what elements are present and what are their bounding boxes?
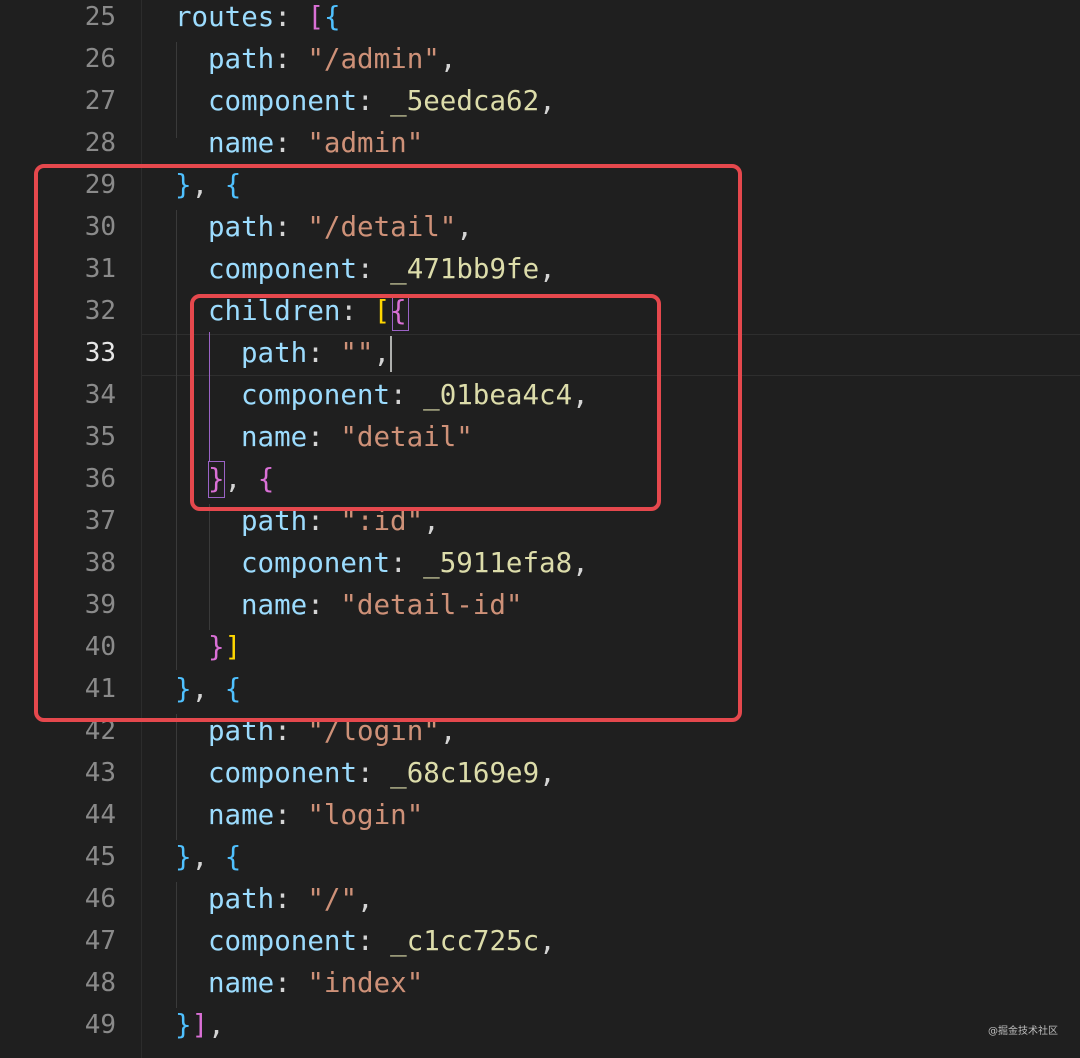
code-token: "/" (307, 883, 358, 915)
code-token: _c1cc725c (390, 925, 540, 957)
code-text: name: "admin" (208, 122, 423, 164)
code-token: , (208, 1009, 225, 1041)
code-token: "admin" (307, 127, 424, 159)
code-token: component (208, 757, 358, 789)
code-text: routes: [{ (175, 0, 341, 38)
code-line[interactable]: 26 path: "/admin", (0, 38, 1080, 80)
code-token: } (175, 841, 192, 873)
code-token: : (274, 43, 308, 75)
code-editor[interactable]: 25 routes: [{26 path: "/admin", 27 component… (0, 0, 1080, 1058)
code-line[interactable]: 43 component: _68c169e9, (0, 752, 1080, 794)
code-token: _68c169e9 (390, 757, 540, 789)
code-token: name (208, 127, 275, 159)
code-token: : (357, 85, 391, 117)
code-token: path (208, 883, 275, 915)
code-text: component: _5eedca62, (208, 80, 556, 122)
code-token: : (274, 967, 308, 999)
code-token: : (274, 799, 308, 831)
code-text: }, { (175, 836, 241, 878)
code-token: : (357, 757, 391, 789)
code-line[interactable]: 49}], (0, 1004, 1080, 1046)
line-number: 48 (84, 968, 116, 998)
code-token: , (191, 841, 225, 873)
code-token: , (539, 925, 556, 957)
code-token: "login" (307, 799, 424, 831)
code-token: _5eedca62 (390, 85, 540, 117)
code-token: , (539, 757, 556, 789)
line-number: 44 (84, 800, 116, 830)
code-token: } (175, 1009, 192, 1041)
code-token: : (274, 127, 308, 159)
code-text: component: _68c169e9, (208, 752, 556, 794)
code-text: name: "index" (208, 962, 423, 1004)
code-token: : (357, 925, 391, 957)
code-text: name: "login" (208, 794, 423, 836)
code-text: }], (175, 1004, 225, 1046)
code-line[interactable]: 44 name: "login" (0, 794, 1080, 836)
code-token: , (357, 883, 374, 915)
code-token: name (208, 799, 275, 831)
code-line[interactable]: 25 routes: [{ (0, 0, 1080, 38)
code-token: component (208, 925, 358, 957)
code-line[interactable]: 46 path: "/", (0, 878, 1080, 920)
code-text: path: "/admin", (208, 38, 456, 80)
line-number: 26 (84, 44, 116, 74)
code-token: { (324, 1, 341, 33)
code-token: component (208, 85, 358, 117)
inner-highlight-box (190, 294, 661, 511)
code-token: ] (191, 1009, 209, 1041)
code-line[interactable]: 48 name: "index" (0, 962, 1080, 1004)
code-token: , (439, 43, 457, 75)
watermark: @掘金技术社区 (988, 1026, 1058, 1037)
line-number: 47 (84, 926, 116, 956)
code-line[interactable]: 28 name: "admin" (0, 122, 1080, 164)
line-number: 25 (84, 2, 116, 32)
line-number: 45 (84, 842, 116, 872)
line-number: 46 (84, 884, 116, 914)
code-text: path: "/", (208, 878, 374, 920)
code-token: path (208, 43, 275, 75)
line-number: 49 (84, 1010, 116, 1040)
code-line[interactable]: 47 component: _c1cc725c, (0, 920, 1080, 962)
code-token: : (274, 1, 308, 33)
code-line[interactable]: 27 component: _5eedca62, (0, 80, 1080, 122)
code-token: name (208, 967, 275, 999)
line-number: 43 (84, 758, 116, 788)
code-token: , (539, 85, 556, 117)
code-text: component: _c1cc725c, (208, 920, 556, 962)
code-token: [ (307, 1, 325, 33)
code-token: "index" (307, 967, 424, 999)
code-token: { (224, 841, 242, 873)
code-token: "/admin" (307, 43, 440, 75)
code-line[interactable]: 45}, { (0, 836, 1080, 878)
line-number: 28 (84, 128, 116, 158)
code-token: routes (175, 1, 275, 33)
code-token: : (274, 883, 308, 915)
line-number: 27 (84, 86, 116, 116)
